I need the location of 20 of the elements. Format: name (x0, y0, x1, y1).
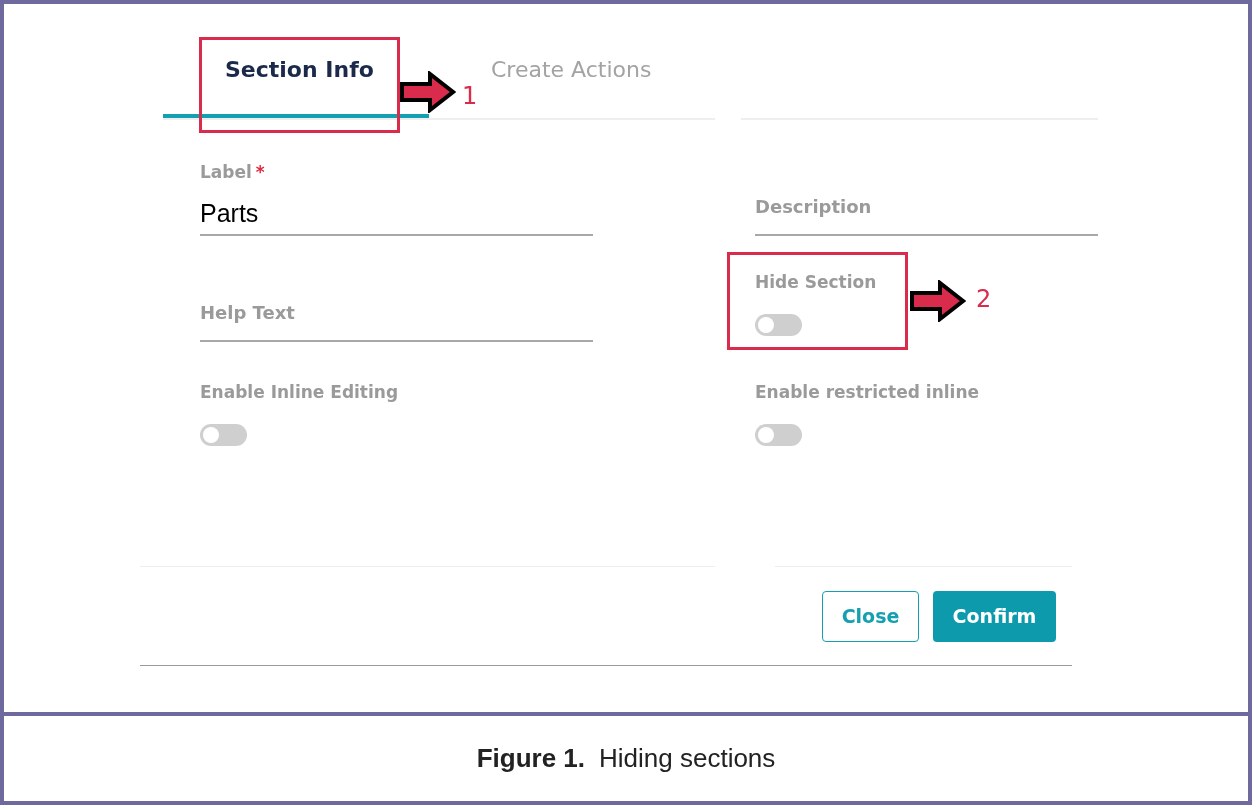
close-button[interactable]: Close (822, 590, 919, 642)
callout-number: 1 (462, 81, 478, 112)
toggle-switch[interactable] (755, 313, 802, 336)
required-mark: * (255, 162, 265, 182)
figure-label: Figure 1. (476, 742, 585, 775)
figure-caption: Hiding sections (599, 742, 776, 775)
field-label: Enable restricted inline (755, 381, 981, 404)
description-input[interactable]: Description (755, 193, 1098, 236)
label-input[interactable]: Parts (200, 194, 593, 236)
callout-arrow (910, 280, 966, 322)
toggle-switch[interactable] (200, 423, 247, 446)
tab[interactable]: Create Actions (491, 36, 652, 118)
callout-arrow (400, 71, 456, 113)
field-label: Label * (200, 161, 266, 184)
field-label: Hide Section (755, 271, 878, 294)
callout-number: 2 (976, 284, 992, 315)
field-label: Enable Inline Editing (200, 381, 400, 404)
toggle-switch[interactable] (755, 423, 802, 446)
confirm-button[interactable]: Confirm (933, 590, 1056, 642)
help-text-input[interactable]: Help Text (200, 299, 593, 342)
